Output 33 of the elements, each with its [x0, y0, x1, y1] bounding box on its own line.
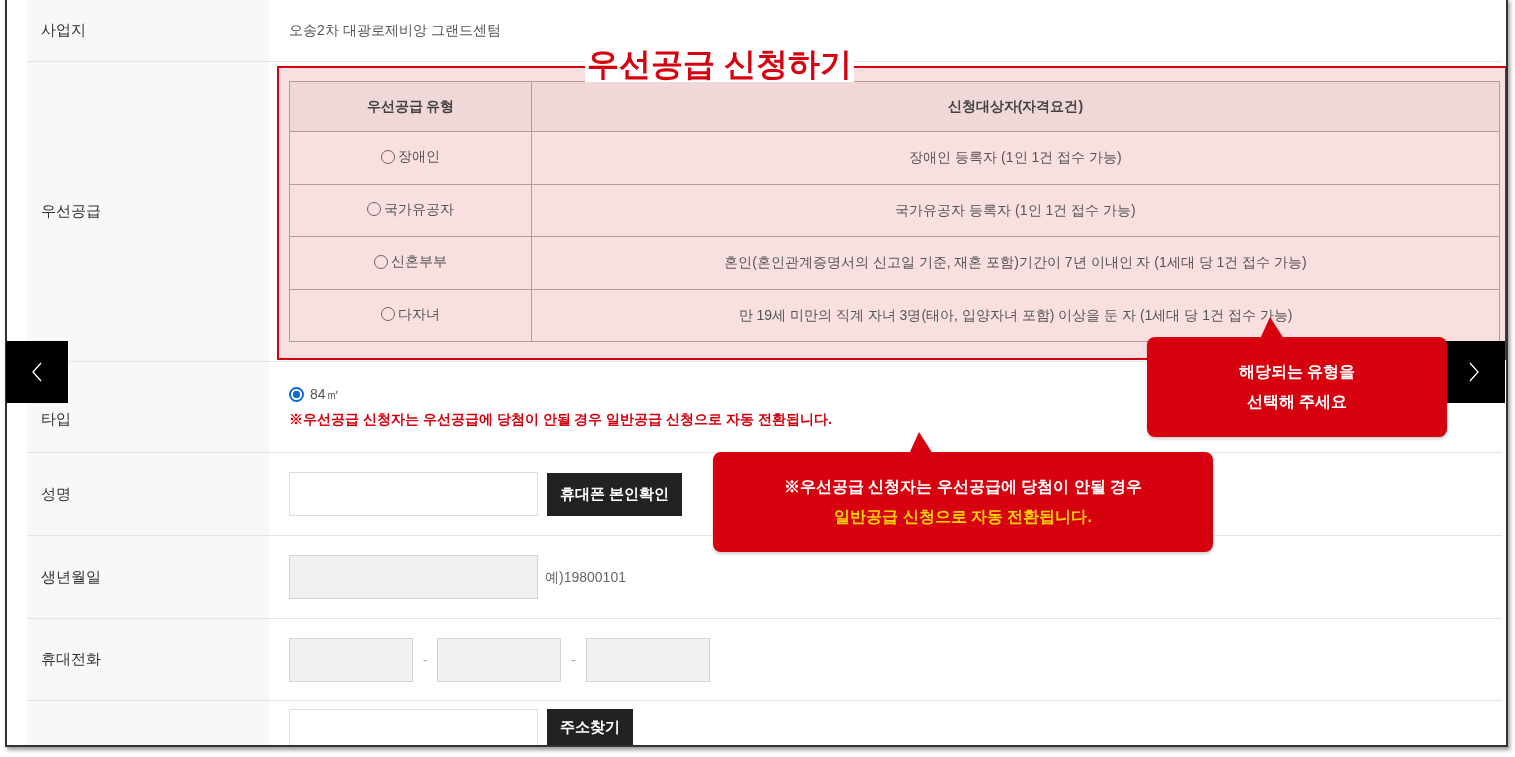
radio-option[interactable]: 국가유공자: [367, 198, 454, 220]
input-field[interactable]: [289, 709, 538, 745]
address-search-button[interactable]: 주소찾기: [547, 709, 633, 745]
notice-text: ※우선공급 신청자는 우선공급에 당첨이 안될 경우 일반공급 신청으로 자동 전환됩니다.: [289, 410, 833, 429]
table-cell: 혼인(혼인관계증명서의 신고일 기준, 재혼 포함)기간이 7년 이내인 자 (1세대 당 1건 접수 가능): [531, 236, 1500, 289]
table-cell: 장애인 등록자 (1인 1건 접수 가능): [531, 131, 1500, 184]
verify-phone-button[interactable]: 휴대폰 본인확인: [547, 472, 683, 516]
chevron-right-icon: [1469, 362, 1479, 382]
callout-text: 선택해 주세요: [1246, 392, 1348, 412]
field-label: 타입: [41, 409, 71, 429]
site-name: 오송2차 대광로제비앙 그랜드센텀: [289, 21, 501, 40]
callout-text: 해당되는 유형을: [1238, 362, 1356, 382]
table-cell: 국가유공자 등록자 (1인 1건 접수 가능): [531, 184, 1500, 237]
column-header: 우선공급 유형: [289, 81, 532, 132]
separator-text: -: [571, 650, 576, 669]
radio-option[interactable]: 신혼부부: [374, 251, 447, 272]
field-label: 생년월일: [41, 566, 101, 587]
callout-text: ※우선공급 신청자는 우선공급에 당첨이 안될 경우: [783, 477, 1143, 497]
field-label: 성명: [41, 483, 71, 504]
previous-button[interactable]: [6, 341, 68, 403]
radio-icon[interactable]: [289, 387, 304, 402]
radio-option[interactable]: 장애인: [381, 146, 440, 167]
input-hint: 예)19800101: [545, 567, 626, 587]
field-label: 휴대전화: [41, 649, 101, 670]
callout-text: 일반공급 신청으로 자동 전환됩니다.: [834, 507, 1092, 527]
field-label: 사업지: [41, 20, 86, 41]
chevron-left-icon: [32, 362, 42, 382]
separator-text: -: [423, 650, 428, 669]
field-label: 우선공급: [41, 201, 101, 222]
radio-option[interactable]: 다자녀: [381, 303, 440, 325]
column-header: 신청대상자(자격요건): [531, 81, 1500, 132]
radio-option[interactable]: 84㎡: [289, 384, 340, 405]
input-field[interactable]: [289, 472, 538, 516]
